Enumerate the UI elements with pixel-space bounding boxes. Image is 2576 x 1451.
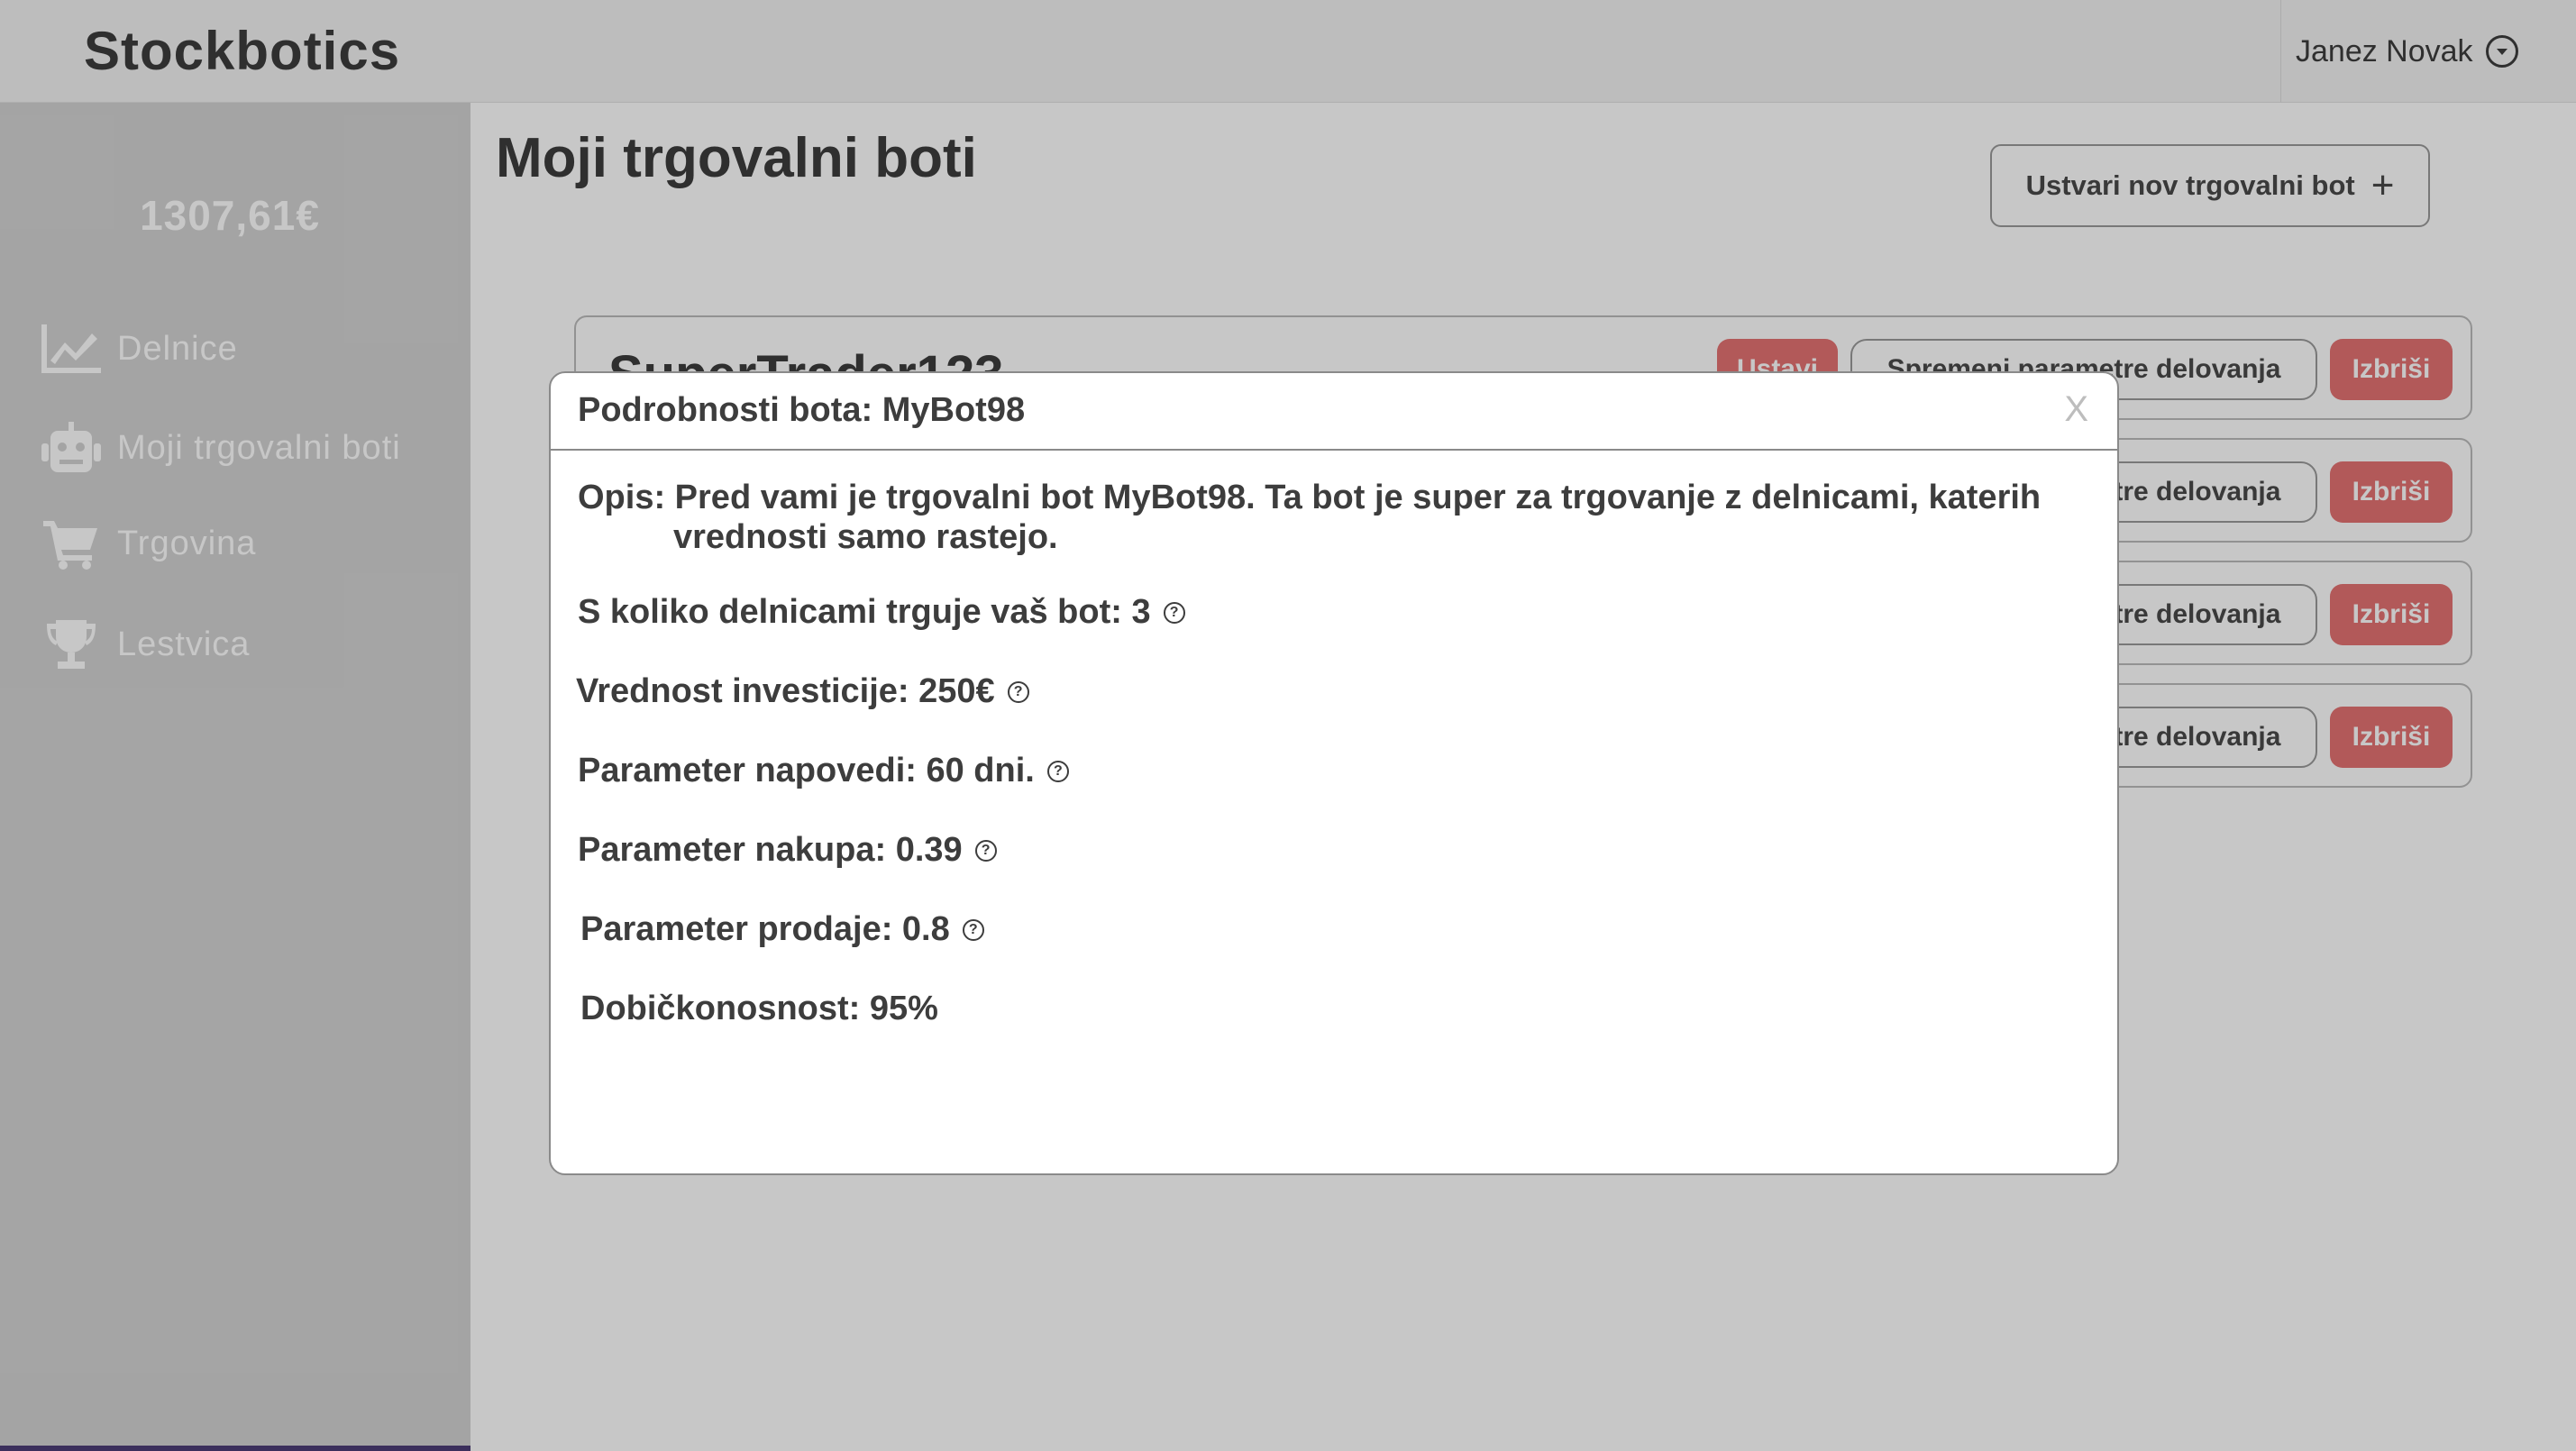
bot-details-modal: Podrobnosti bota: MyBot98 X Opis: Pred v… — [549, 371, 2119, 1175]
sell-param-field: Parameter prodaje: 0.8 ? — [580, 910, 984, 949]
investment-text: Vrednost investicije: 250€ — [576, 672, 995, 710]
sell-param-text: Parameter prodaje: 0.8 — [580, 910, 950, 948]
forecast-text: Parameter napovedi: 60 dni. — [578, 752, 1035, 789]
sidebar-bottom-strip — [0, 1446, 470, 1451]
modal-title: Podrobnosti bota: MyBot98 — [578, 391, 1026, 429]
profitability-field: Dobičkonosnost: 95% — [580, 990, 938, 1028]
close-button[interactable]: X — [2064, 389, 2088, 430]
stocks-count-text: S koliko delnicami trguje vaš bot: 3 — [578, 593, 1151, 631]
forecast-field: Parameter napovedi: 60 dni. ? — [578, 752, 1069, 790]
modal-header: Podrobnosti bota: MyBot98 X — [551, 373, 2117, 451]
bot-description: Opis: Pred vami je trgovalni bot MyBot98… — [578, 479, 2042, 556]
help-icon[interactable]: ? — [1163, 601, 1185, 624]
help-icon[interactable]: ? — [962, 918, 984, 941]
buy-param-text: Parameter nakupa: 0.39 — [578, 831, 963, 869]
investment-field: Vrednost investicije: 250€ ? — [576, 672, 1029, 711]
help-icon[interactable]: ? — [1046, 760, 1069, 782]
profitability-text: Dobičkonosnost: 95% — [580, 990, 938, 1027]
help-icon[interactable]: ? — [974, 839, 997, 862]
buy-param-field: Parameter nakupa: 0.39 ? — [578, 831, 997, 870]
stocks-count-field: S koliko delnicami trguje vaš bot: 3 ? — [578, 593, 1185, 632]
help-icon[interactable]: ? — [1007, 680, 1029, 703]
